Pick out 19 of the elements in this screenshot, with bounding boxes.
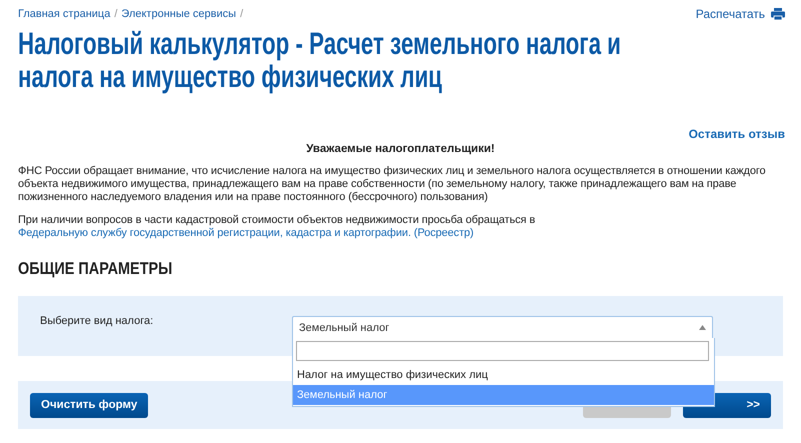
tax-type-select[interactable]: Земельный налог bbox=[292, 316, 713, 339]
contact-paragraph: При наличии вопросов в части кадастровой стоимости объектов недвижимости просьба обращаться в Федеральную службу государственной регистрации, кадастра и картографии. (Росреестр) bbox=[18, 214, 536, 240]
page-title: Налоговый калькулятор - Расчет земельного налога и bbox=[18, 27, 621, 60]
search-field[interactable] bbox=[296, 341, 709, 361]
breadcrumb-separator: / bbox=[240, 8, 244, 20]
breadcrumb-link[interactable]: Электронные сервисы bbox=[121, 8, 236, 20]
tax-type-label: Выберите вид налога: bbox=[40, 315, 154, 329]
printer-icon bbox=[771, 8, 785, 20]
rosreestr-link[interactable]: Федеральную службу государственной регистрации, кадастра и картографии. (Росреестр) bbox=[18, 227, 474, 239]
feedback-link[interactable]: Оставить отзыв bbox=[688, 127, 785, 141]
notice-paragraph: ФНС России обращает внимание, что исчисление налога на имущество физических лиц и земельного налога осуществляется в отношении каждого объекта недвижимого имущества, принадлежащего вам на праве собственности (по земельному налогу, также принадлежащего вам на праве пожизненного наследуемого владения или на праве постоянного (бессрочного) пользования) bbox=[18, 165, 767, 204]
caret-icon bbox=[699, 325, 706, 330]
form-button[interactable]: Очистить форму bbox=[30, 392, 148, 418]
breadcrumb-link[interactable]: Главная страница bbox=[18, 8, 110, 20]
section-title: ОБЩИЕ ПАРАМЕТРЫ bbox=[18, 259, 172, 279]
notice-heading: Уважаемые налогоплательщики! bbox=[305, 143, 496, 155]
page-title: налога на имущество физических лиц bbox=[18, 60, 442, 93]
print-link[interactable]: Распечатать bbox=[696, 7, 785, 21]
breadcrumb-separator: / bbox=[114, 8, 118, 20]
